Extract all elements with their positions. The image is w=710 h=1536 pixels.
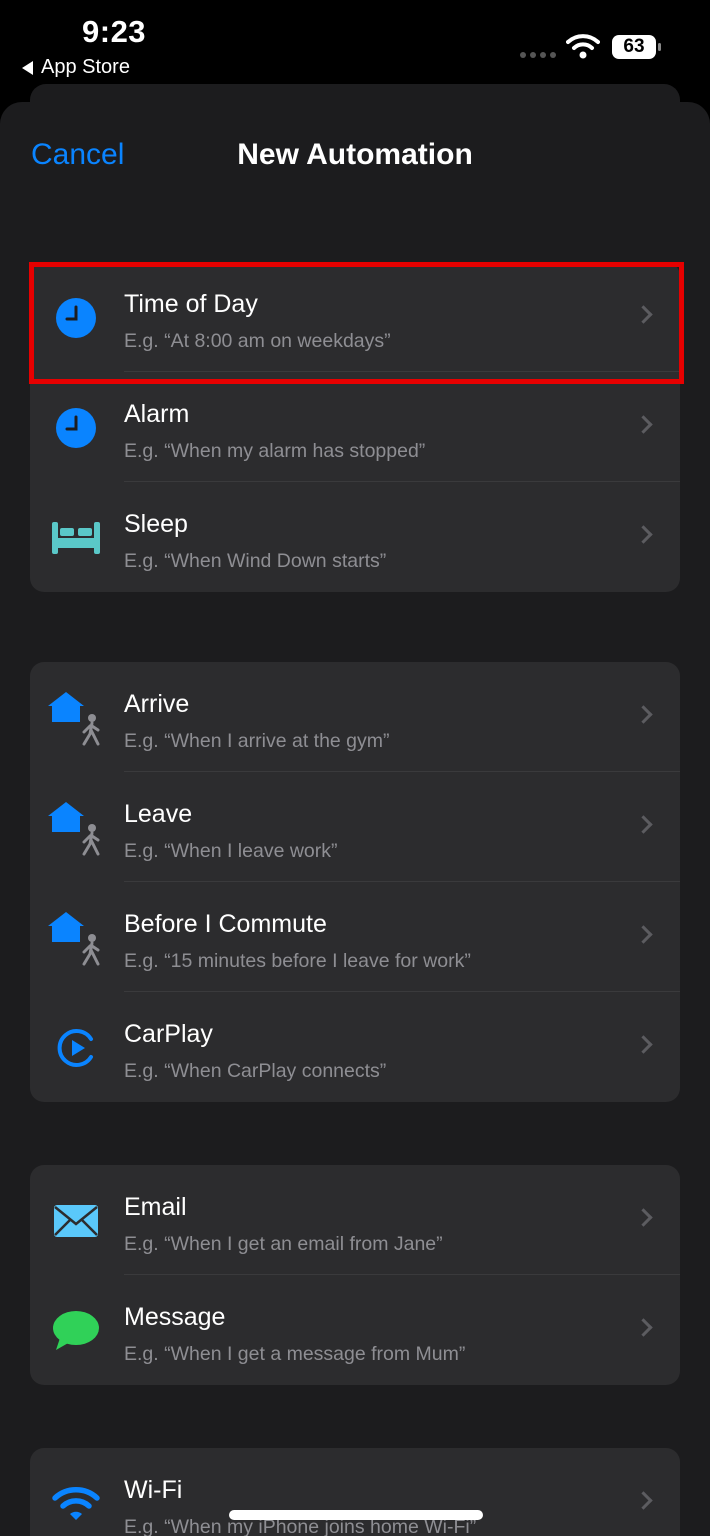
chevron-right-icon: [634, 815, 653, 834]
cancel-button[interactable]: Cancel: [31, 138, 124, 172]
group-time: Time of Day E.g. “At 8:00 am on weekdays…: [30, 262, 680, 592]
row-subtitle: E.g. “When Wind Down starts”: [124, 550, 387, 572]
new-automation-sheet: New Automation Cancel Time of Day E.g. “…: [0, 102, 710, 1536]
wifi-status-icon: [566, 33, 600, 64]
row-subtitle: E.g. “When I leave work”: [124, 840, 338, 862]
status-time: 9:23: [82, 14, 147, 49]
chevron-right-icon: [634, 705, 653, 724]
row-time-of-day[interactable]: Time of Day E.g. “At 8:00 am on weekdays…: [30, 262, 680, 372]
wifi-icon: [46, 1474, 106, 1534]
row-alarm[interactable]: Alarm E.g. “When my alarm has stopped”: [30, 372, 680, 482]
row-subtitle: E.g. “At 8:00 am on weekdays”: [124, 330, 391, 352]
row-message[interactable]: Message E.g. “When I get a message from …: [30, 1275, 680, 1385]
row-arrive[interactable]: Arrive E.g. “When I arrive at the gym”: [30, 662, 680, 772]
row-label: Message: [124, 1303, 226, 1331]
bed-icon: [46, 508, 106, 568]
row-subtitle: E.g. “15 minutes before I leave for work…: [124, 950, 471, 972]
back-to-app-store-button[interactable]: App Store: [22, 56, 130, 79]
row-subtitle: E.g. “When I arrive at the gym”: [124, 730, 390, 752]
envelope-icon: [46, 1191, 106, 1251]
chevron-right-icon: [634, 1491, 653, 1510]
house-person-icon: [46, 688, 106, 748]
row-leave[interactable]: Leave E.g. “When I leave work”: [30, 772, 680, 882]
group-location: Arrive E.g. “When I arrive at the gym” L…: [30, 662, 680, 1102]
chevron-right-icon: [634, 415, 653, 434]
back-app-label: App Store: [41, 56, 130, 78]
clock-icon: [46, 398, 106, 458]
row-label: Before I Commute: [124, 910, 327, 938]
cellular-signal-icon: [520, 52, 556, 58]
row-label: Arrive: [124, 690, 190, 718]
chevron-right-icon: [634, 1035, 653, 1054]
row-label: CarPlay: [124, 1020, 213, 1048]
row-sleep[interactable]: Sleep E.g. “When Wind Down starts”: [30, 482, 680, 592]
row-carplay[interactable]: CarPlay E.g. “When CarPlay connects”: [30, 992, 680, 1102]
chevron-right-icon: [634, 925, 653, 944]
chevron-right-icon: [634, 305, 653, 324]
row-label: Alarm: [124, 400, 190, 428]
house-person-icon: [46, 798, 106, 858]
row-label: Wi-Fi: [124, 1476, 183, 1504]
row-subtitle: E.g. “When I get an email from Jane”: [124, 1233, 443, 1255]
chevron-right-icon: [634, 1318, 653, 1337]
row-before-i-commute[interactable]: Before I Commute E.g. “15 minutes before…: [30, 882, 680, 992]
row-label: Email: [124, 1193, 187, 1221]
status-bar: 9:23 App Store 63: [0, 0, 710, 90]
row-subtitle: E.g. “When CarPlay connects”: [124, 1060, 387, 1082]
carplay-icon: [46, 1018, 106, 1078]
battery-indicator: 63: [612, 35, 661, 59]
group-network: Wi-Fi E.g. “When my iPhone joins home Wi…: [30, 1448, 680, 1536]
back-triangle-icon: [22, 60, 33, 75]
clock-icon: [46, 288, 106, 348]
row-label: Leave: [124, 800, 193, 828]
chevron-right-icon: [634, 1208, 653, 1227]
row-label: Time of Day: [124, 290, 258, 318]
house-person-icon: [46, 908, 106, 968]
group-communication: Email E.g. “When I get an email from Jan…: [30, 1165, 680, 1385]
row-label: Sleep: [124, 510, 188, 538]
message-bubble-icon: [46, 1301, 106, 1361]
row-email[interactable]: Email E.g. “When I get an email from Jan…: [30, 1165, 680, 1275]
row-subtitle: E.g. “When I get a message from Mum”: [124, 1343, 466, 1365]
home-indicator[interactable]: [229, 1510, 483, 1520]
row-subtitle: E.g. “When my alarm has stopped”: [124, 440, 426, 462]
row-wifi[interactable]: Wi-Fi E.g. “When my iPhone joins home Wi…: [30, 1448, 680, 1536]
chevron-right-icon: [634, 525, 653, 544]
